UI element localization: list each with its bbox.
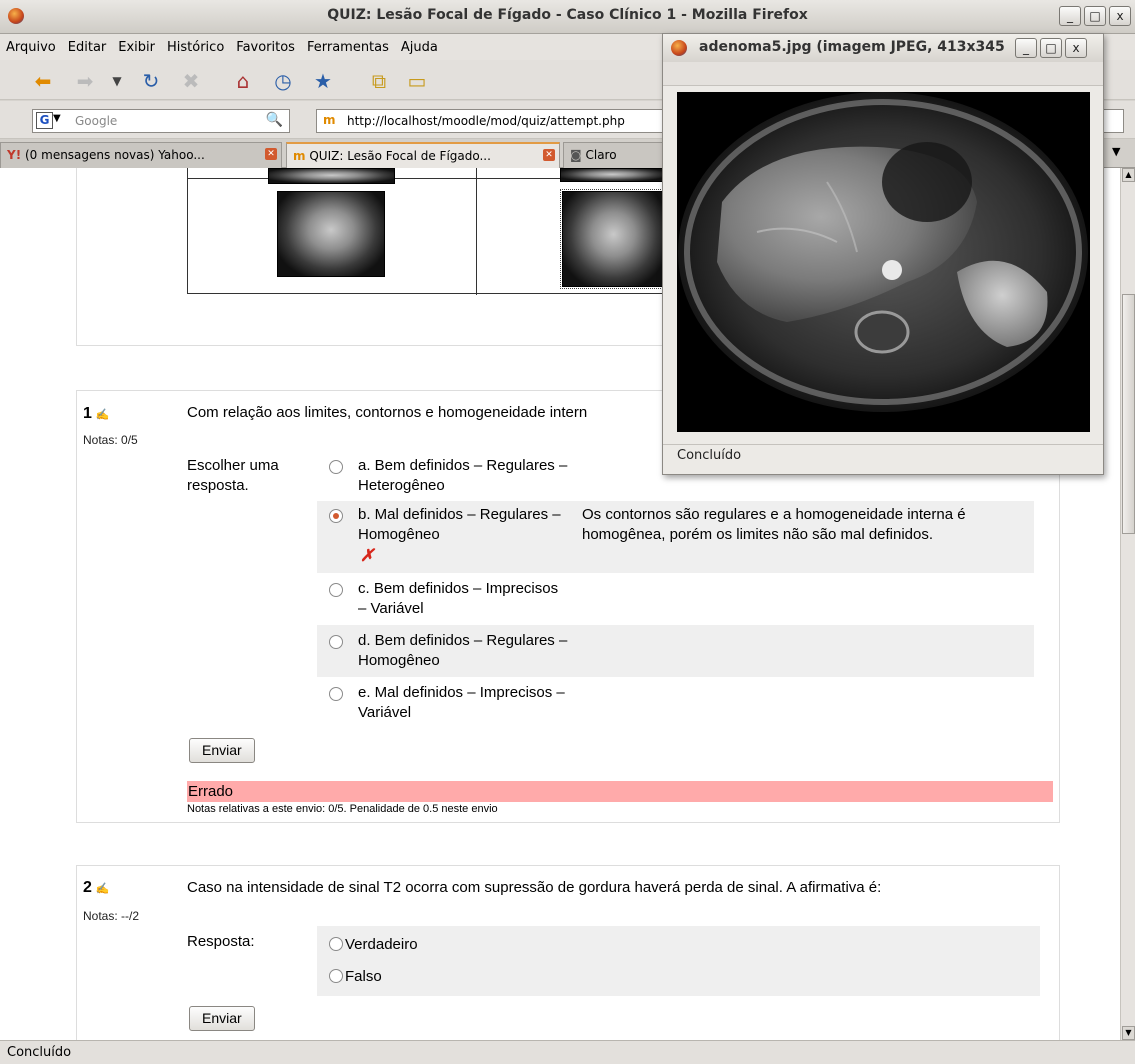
adenoma-thumbnail-link[interactable]	[560, 189, 667, 289]
chevron-down-icon[interactable]: ▼	[104, 68, 130, 94]
menu-arquivo[interactable]: Arquivo	[6, 40, 56, 55]
scroll-down-icon[interactable]: ▼	[1122, 1026, 1135, 1040]
wrong-answer-icon: ✗	[360, 546, 375, 565]
option-true[interactable]: Verdadeiro	[329, 935, 418, 953]
window-title: QUIZ: Lesão Focal de Fígado - Caso Clíni…	[327, 7, 808, 23]
menu-ajuda[interactable]: Ajuda	[401, 40, 438, 55]
search-input[interactable]: Google	[75, 114, 117, 128]
option-c[interactable]: c. Bem definidos – Imprecisos – Variável	[317, 573, 1034, 625]
scroll-up-icon[interactable]: ▲	[1122, 168, 1135, 182]
page-favicon-icon: ◙	[570, 148, 582, 162]
close-tab-icon[interactable]: ✕	[265, 148, 277, 160]
edit-pen-icon[interactable]: ✍	[96, 409, 110, 421]
menu-exibir[interactable]: Exibir	[118, 40, 155, 55]
question-text: Caso na intensidade de sinal T2 ocorra c…	[187, 879, 882, 896]
tab-label: (0 mensagens novas) Yahoo...	[25, 148, 205, 162]
thumbnail-image[interactable]	[268, 168, 395, 184]
home-icon[interactable]: ⌂	[230, 68, 256, 94]
radio-false[interactable]	[329, 969, 343, 983]
vertical-scrollbar[interactable]: ▲ ▼	[1120, 168, 1135, 1040]
option-label: c. Bem definidos – Imprecisos – Variável	[358, 580, 559, 617]
option-label: b. Mal definidos – Regulares – Homogêneo	[358, 506, 561, 543]
option-label: Falso	[345, 968, 382, 985]
menu-historico[interactable]: Histórico	[167, 40, 224, 55]
radio-option-e[interactable]	[329, 687, 343, 701]
radio-option-b[interactable]	[329, 509, 343, 523]
tab-label: Claro	[585, 148, 617, 162]
firefox-icon	[671, 40, 687, 56]
radio-true[interactable]	[329, 937, 343, 951]
scroll-thumb[interactable]	[1122, 294, 1135, 534]
menu-ferramentas[interactable]: Ferramentas	[307, 40, 389, 55]
url-text[interactable]: http://localhost/moodle/mod/quiz/attempt…	[347, 114, 667, 128]
question-grade: Notas: 0/5	[83, 433, 138, 447]
submit-button[interactable]: Enviar	[189, 1006, 255, 1031]
tab-list-chevron-icon[interactable]: ▼	[1112, 145, 1120, 158]
search-box[interactable]: G ▼ Google 🔍	[32, 109, 290, 133]
option-false[interactable]: Falso	[329, 967, 382, 985]
forward-arrow-icon[interactable]: ➡	[72, 68, 98, 94]
answer-prompt: Escolher uma resposta.	[187, 457, 279, 494]
radio-option-d[interactable]	[329, 635, 343, 649]
menu-favoritos[interactable]: Favoritos	[236, 40, 295, 55]
tab-yahoo[interactable]: Y! (0 mensagens novas) Yahoo... ✕	[0, 142, 282, 168]
question-grade: Notas: --/2	[83, 909, 140, 923]
new-window-icon[interactable]: ⧉	[366, 68, 392, 94]
result-banner: Errado	[187, 781, 1053, 802]
submit-button[interactable]: Enviar	[189, 738, 255, 763]
search-engine-icon[interactable]: G	[36, 112, 53, 129]
yahoo-favicon-icon: Y!	[7, 148, 22, 162]
popup-status: Concluído	[663, 444, 1103, 474]
history-icon[interactable]: ◷	[270, 68, 296, 94]
back-arrow-icon[interactable]: ⬅	[30, 68, 56, 94]
close-tab-icon[interactable]: ✕	[543, 149, 555, 161]
adenoma-mri-image	[677, 92, 1090, 432]
liver-mri-thumbnail[interactable]	[277, 191, 385, 277]
status-bar: Concluído	[0, 1040, 1135, 1064]
close-button[interactable]: x	[1109, 6, 1131, 26]
chevron-down-icon[interactable]: ▼	[53, 113, 61, 124]
edit-pen-icon[interactable]: ✍	[96, 883, 110, 895]
bookmarks-icon[interactable]: ★	[310, 68, 336, 94]
option-d[interactable]: d. Bem definidos – Regulares – Homogêneo	[317, 625, 1034, 677]
moodle-favicon-icon: m	[293, 149, 306, 163]
tab-label: QUIZ: Lesão Focal de Fígado...	[309, 149, 491, 163]
popup-close-button[interactable]: x	[1065, 38, 1087, 58]
minimize-button[interactable]: _	[1059, 6, 1081, 26]
popup-minimize-button[interactable]: _	[1015, 38, 1037, 58]
maximize-button[interactable]: □	[1084, 6, 1106, 26]
option-b[interactable]: b. Mal definidos – Regulares – Homogêneo…	[317, 501, 1034, 573]
question-number: 2 ✍	[83, 879, 110, 896]
radio-option-a[interactable]	[329, 460, 343, 474]
popup-maximize-button[interactable]: □	[1040, 38, 1062, 58]
answer-prompt: Resposta:	[187, 933, 255, 950]
image-popup-window[interactable]: adenoma5.jpg (imagem JPEG, 413x345 _ □ x	[662, 33, 1104, 475]
new-tab-icon[interactable]: ▭	[404, 68, 430, 94]
popup-titlebar: adenoma5.jpg (imagem JPEG, 413x345 _ □ x	[663, 34, 1103, 62]
result-note: Notas relativas a este envio: 0/5. Penal…	[187, 803, 498, 815]
popup-title: adenoma5.jpg (imagem JPEG, 413x345	[699, 39, 1005, 55]
stop-icon[interactable]: ✖	[178, 68, 204, 94]
question-number: 1 ✍	[83, 405, 110, 422]
mri-scan-graphic	[677, 92, 1090, 432]
option-e[interactable]: e. Mal definidos – Imprecisos – Variável	[317, 677, 1034, 729]
tab-quiz[interactable]: m QUIZ: Lesão Focal de Fígado... ✕	[286, 142, 560, 168]
option-label: e. Mal definidos – Imprecisos – Variável	[358, 684, 565, 721]
moodle-favicon-icon: m	[323, 113, 336, 127]
question-text: Com relação aos limites, contornos e hom…	[187, 404, 588, 421]
option-label: a. Bem definidos – Regulares – Heterogên…	[358, 457, 568, 494]
window-titlebar: QUIZ: Lesão Focal de Fígado - Caso Clíni…	[0, 0, 1135, 34]
search-icon[interactable]: 🔍	[266, 112, 283, 128]
option-label: Verdadeiro	[345, 936, 418, 953]
thumbnail-image[interactable]	[560, 168, 664, 182]
popup-toolbar	[663, 62, 1103, 86]
menu-editar[interactable]: Editar	[68, 40, 107, 55]
option-feedback: Os contornos são regulares e a homogenei…	[582, 506, 966, 543]
radio-option-c[interactable]	[329, 583, 343, 597]
true-false-options: Verdadeiro Falso	[317, 926, 1040, 996]
reload-icon[interactable]: ↻	[138, 68, 164, 94]
option-label: d. Bem definidos – Regulares – Homogêneo	[358, 632, 568, 669]
